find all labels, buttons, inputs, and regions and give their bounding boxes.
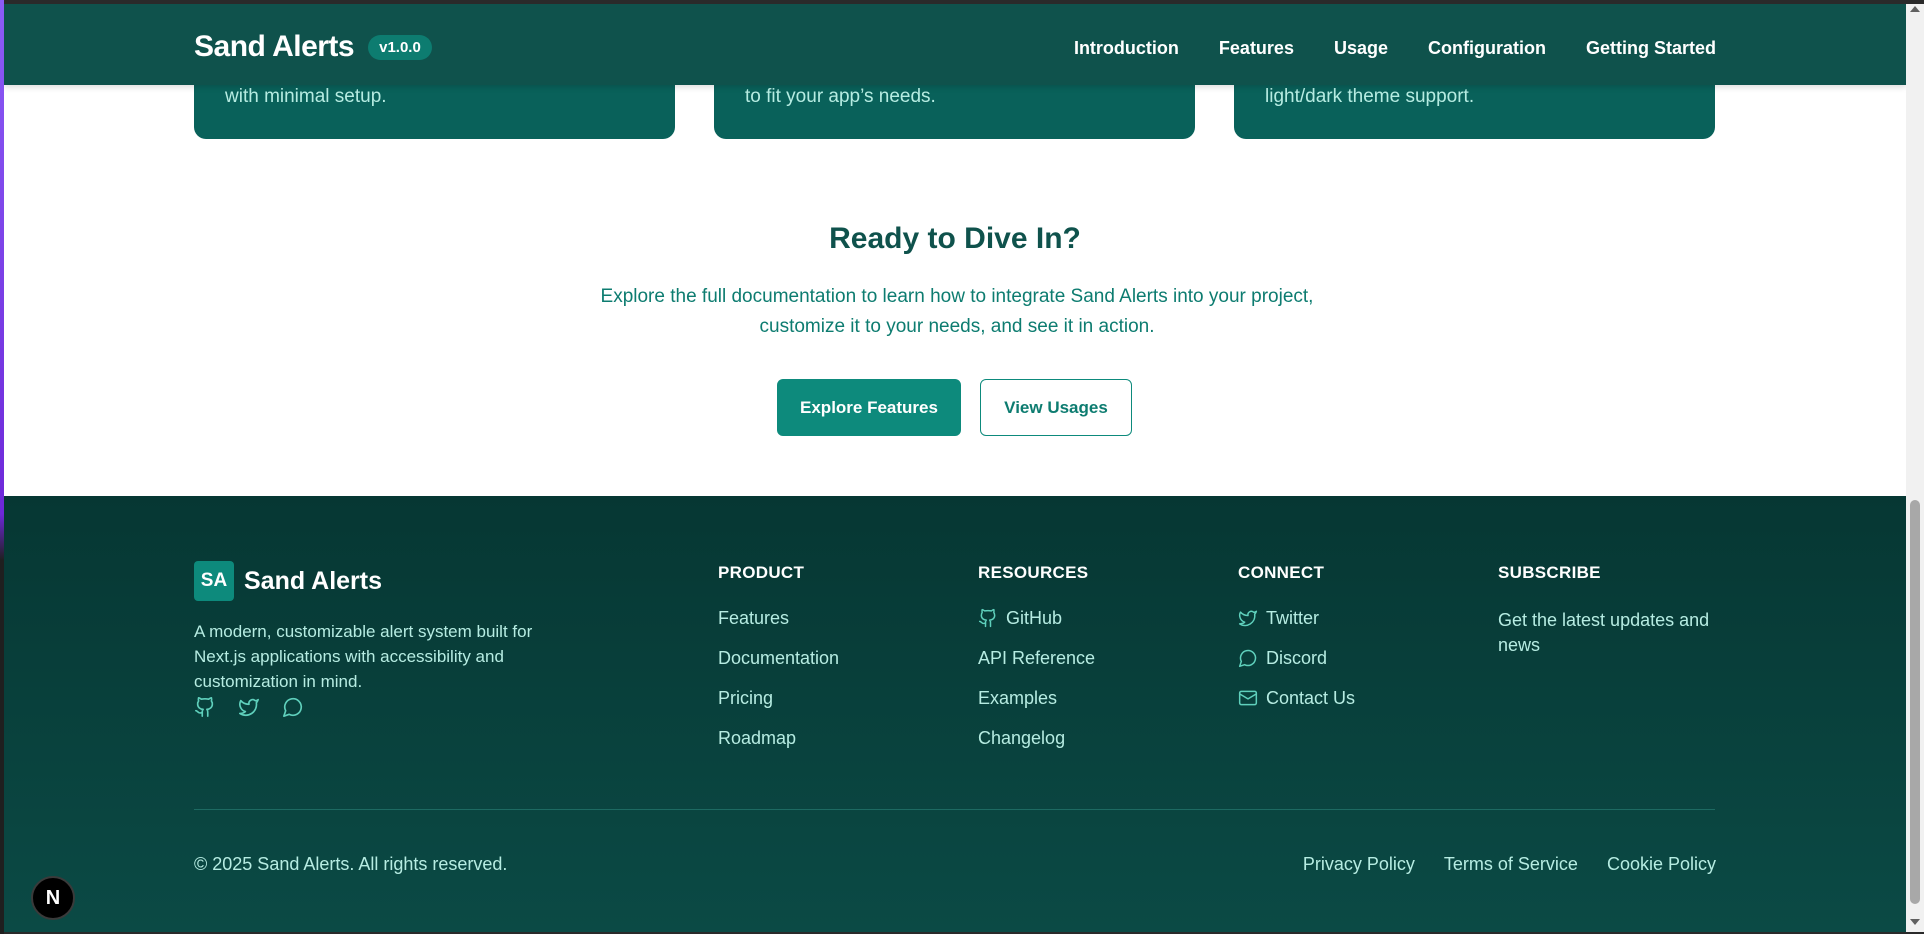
scroll-up-arrow[interactable] [1910,6,1920,12]
link-label[interactable]: API Reference [978,648,1095,669]
footer-link-api-reference[interactable]: API Reference [978,648,1095,668]
discord-icon[interactable] [282,696,304,718]
feature-card-text: with minimal setup. [225,86,387,107]
site-header: Sand Alerts v1.0.0 Introduction Features… [4,4,1906,85]
footer-heading: PRODUCT [718,563,805,582]
legal-links: Privacy Policy Terms of Service Cookie P… [1303,854,1716,875]
brand[interactable]: Sand Alerts v1.0.0 [194,30,432,64]
footer-link-pricing[interactable]: Pricing [718,688,839,708]
footer-link-contact[interactable]: Contact Us [1238,688,1355,708]
nav-introduction[interactable]: Introduction [1074,38,1179,59]
nav-usage[interactable]: Usage [1334,38,1388,59]
footer-link-github[interactable]: GitHub [978,608,1095,628]
footer-divider [194,809,1715,810]
vertical-scrollbar[interactable] [1906,4,1924,932]
copyright: © 2025 Sand Alerts. All rights reserved. [194,854,508,874]
scrollbar-thumb[interactable] [1910,500,1920,904]
nav-getting-started[interactable]: Getting Started [1586,38,1716,59]
link-label[interactable]: Examples [978,688,1057,709]
feature-card-text: light/dark theme support. [1265,86,1475,107]
footer-link-examples[interactable]: Examples [978,688,1095,708]
footer-heading: RESOURCES [978,563,1089,582]
terms-of-service-link[interactable]: Terms of Service [1444,854,1578,875]
link-label[interactable]: Discord [1266,648,1327,669]
twitter-icon[interactable] [238,696,260,718]
footer-link-features[interactable]: Features [718,608,839,628]
link-label[interactable]: Documentation [718,648,839,669]
footer-logo: SA [194,561,234,601]
nav-features[interactable]: Features [1219,38,1294,59]
brand-name[interactable]: Sand Alerts [194,30,355,64]
footer-heading: CONNECT [1238,563,1325,582]
link-label[interactable]: Twitter [1266,608,1319,629]
footer-link-changelog[interactable]: Changelog [978,728,1095,748]
footer-link-discord[interactable]: Discord [1238,648,1355,668]
explore-features-button[interactable]: Explore Features [777,379,961,436]
page-viewport: with minimal setup. to fit your app’s ne… [4,4,1906,932]
github-icon [978,608,998,628]
subscribe-text: Get the latest updates and news [1498,610,1710,655]
footer-link-twitter[interactable]: Twitter [1238,608,1355,628]
privacy-policy-link[interactable]: Privacy Policy [1303,854,1415,875]
cta-title: Ready to Dive In? [829,222,1081,255]
footer-column-resources: RESOURCES GitHub API Reference Examples … [978,563,1095,768]
footer-heading: SUBSCRIBE [1498,563,1601,582]
github-icon[interactable] [194,696,216,718]
discord-icon [1238,648,1258,668]
feature-card-text: to fit your app’s needs. [745,86,936,107]
version-badge: v1.0.0 [368,34,432,60]
view-usages-button[interactable]: View Usages [980,379,1132,436]
link-label[interactable]: Features [718,608,789,629]
link-label[interactable]: Pricing [718,688,773,709]
footer-link-roadmap[interactable]: Roadmap [718,728,839,748]
main-nav: Introduction Features Usage Configuratio… [1074,38,1716,59]
footer-column-subscribe: SUBSCRIBE Get the latest updates and new… [1498,563,1728,658]
link-label[interactable]: Roadmap [718,728,796,749]
cookie-policy-link[interactable]: Cookie Policy [1607,854,1716,875]
nextjs-dev-indicator[interactable]: N [31,876,75,920]
link-label[interactable]: Contact Us [1266,688,1355,709]
cta-description: Explore the full documentation to learn … [600,286,1314,337]
footer-column-connect: CONNECT Twitter Discord Contact Us [1238,563,1355,728]
nav-configuration[interactable]: Configuration [1428,38,1546,59]
footer-description: A modern, customizable alert system buil… [194,622,533,691]
mail-icon [1238,688,1258,708]
footer-link-documentation[interactable]: Documentation [718,648,839,668]
social-links [194,696,304,718]
site-footer: SA Sand Alerts A modern, customizable al… [4,496,1906,932]
footer-column-product: PRODUCT Features Documentation Pricing R… [718,563,839,768]
link-label[interactable]: GitHub [1006,608,1062,629]
link-label[interactable]: Changelog [978,728,1065,749]
footer-brand-name: Sand Alerts [244,566,383,595]
footer-brand[interactable]: SA Sand Alerts [194,561,382,601]
scroll-down-arrow[interactable] [1910,919,1920,925]
twitter-icon [1238,608,1258,628]
